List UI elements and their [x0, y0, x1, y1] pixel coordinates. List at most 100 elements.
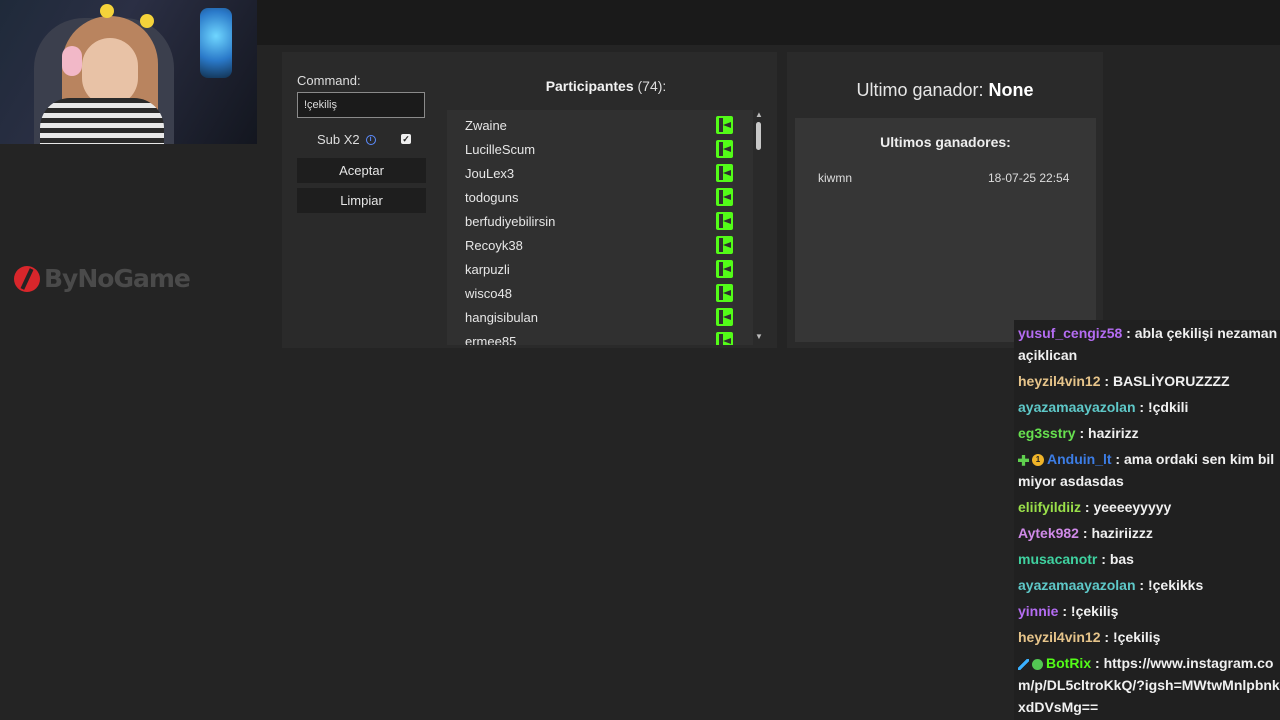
- winners-history-title: Ultimos ganadores:: [880, 134, 1011, 150]
- brand-logo-icon: [14, 265, 40, 292]
- participant-row: LucilleScum: [447, 136, 753, 160]
- sub-x2-row: Sub X2 i: [317, 132, 376, 147]
- participant-name: hangisibulan: [465, 310, 539, 325]
- chat-message: heyzil4vin12 : BASLİYORUZZZZ: [1018, 370, 1280, 392]
- chat-text: yeeeeyyyyy: [1093, 499, 1172, 515]
- participant-row: hangisibulan: [447, 304, 753, 328]
- chat-separator: :: [1111, 451, 1124, 467]
- chat-username: musacanotr: [1018, 551, 1098, 567]
- last-winner-heading: Ultimo ganador: None: [787, 80, 1103, 101]
- kick-platform-icon: [716, 308, 733, 326]
- participant-name: ermee85: [465, 334, 517, 345]
- command-label: Command:: [297, 73, 361, 88]
- participants-scrollbar[interactable]: ▲ ▼: [754, 110, 764, 345]
- chat-message: yusuf_cengiz58 : abla çekilişi nezaman a…: [1018, 322, 1280, 366]
- chat-separator: :: [1081, 499, 1094, 515]
- chat-message: heyzil4vin12 : !çekiliş: [1018, 626, 1280, 648]
- green-plus-badge-icon: [1018, 454, 1029, 466]
- winners-history-box: [795, 118, 1096, 342]
- kick-platform-icon: [716, 188, 733, 206]
- chat-text: !çekikks: [1147, 577, 1204, 593]
- participants-count: (74):: [637, 78, 667, 94]
- chat-message: ayazamaayazolan : !çdkili: [1018, 396, 1280, 418]
- kick-platform-icon: [716, 212, 733, 230]
- participant-name: berfudiyebilirsin: [465, 214, 556, 229]
- chat-separator: :: [1058, 603, 1071, 619]
- chat-username: ayazamaayazolan: [1018, 577, 1136, 593]
- participant-row: Recoyk38: [447, 232, 753, 256]
- chat-separator: :: [1075, 425, 1089, 441]
- webcam-overlay: [0, 0, 257, 144]
- participant-name: karpuzli: [465, 262, 510, 277]
- brand-logo-text: ByNoGame: [44, 264, 191, 293]
- webcam-lamp: [200, 8, 232, 78]
- participant-name: Recoyk38: [465, 238, 523, 253]
- participants-list[interactable]: Zwaine LucilleScum JouLex3 todoguns berfudiy…: [447, 110, 753, 345]
- last-winner-label: Ultimo ganador:: [856, 80, 984, 100]
- chat-text: bas: [1109, 551, 1134, 567]
- chat-message: eliifyildiiz : yeeeeyyyyy: [1018, 496, 1280, 518]
- chat-username: heyzil4vin12: [1018, 629, 1101, 645]
- scroll-down-arrow-icon[interactable]: ▼: [755, 332, 763, 341]
- kick-platform-icon: [716, 116, 733, 134]
- chat-username: eg3sstry: [1018, 425, 1076, 441]
- info-icon[interactable]: i: [365, 134, 376, 145]
- scroll-up-arrow-icon[interactable]: ▲: [755, 110, 763, 119]
- chat-text: haziriizzz: [1091, 525, 1153, 541]
- chat-separator: :: [1091, 655, 1104, 671]
- chat-text: !çekiliş: [1070, 603, 1119, 619]
- chat-message: ayazamaayazolan : !çekikks: [1018, 574, 1280, 596]
- last-winner-value: None: [988, 80, 1034, 100]
- kick-platform-icon: [716, 284, 733, 302]
- chat-text: BASLİYORUZZZZ: [1112, 373, 1230, 389]
- chat-separator: :: [1135, 399, 1148, 415]
- scroll-thumb[interactable]: [756, 122, 761, 150]
- accept-button[interactable]: Aceptar: [297, 158, 426, 183]
- chat-text: !çdkili: [1147, 399, 1189, 415]
- participant-row: ermee85: [447, 328, 753, 345]
- chat-username: yusuf_cengiz58: [1018, 325, 1123, 341]
- chat-message: eg3sstry : hazirizz: [1018, 422, 1280, 444]
- command-input[interactable]: [297, 92, 425, 118]
- sub-x2-checkbox[interactable]: ✓: [401, 134, 411, 144]
- gold-sub-badge-icon: 1: [1032, 454, 1044, 467]
- chat-text: hazirizz: [1088, 425, 1139, 441]
- participant-name: wisco48: [465, 286, 512, 301]
- chat-message: yinnie : !çekiliş: [1018, 600, 1280, 622]
- chat-username: ayazamaayazolan: [1018, 399, 1136, 415]
- participant-row: todoguns: [447, 184, 753, 208]
- chat-username: heyzil4vin12: [1018, 373, 1101, 389]
- webcam-headphone-ear: [140, 14, 154, 28]
- webcam-headphone: [62, 46, 82, 76]
- chat-message: 1 Anduin_lt : ama ordaki sen kim bilmiyor…: [1018, 448, 1280, 492]
- chat-username: Anduin_lt: [1047, 451, 1112, 467]
- webcam-headphone-ear: [100, 4, 114, 18]
- winner-history-name: kiwmn: [818, 171, 853, 185]
- kick-platform-icon: [716, 140, 733, 158]
- chat-separator: :: [1097, 551, 1110, 567]
- chat-text: !çekiliş: [1112, 629, 1161, 645]
- participant-name: LucilleScum: [465, 142, 536, 157]
- chat-username: eliifyildiiz: [1018, 499, 1082, 515]
- kick-platform-icon: [716, 260, 733, 278]
- participants-title-label: Participantes: [545, 78, 634, 94]
- sword-badge-icon: [1018, 658, 1029, 670]
- clear-button[interactable]: Limpiar: [297, 188, 426, 213]
- participants-title: Participantes (74):: [447, 78, 765, 94]
- participant-row: wisco48: [447, 280, 753, 304]
- participant-row: JouLex3: [447, 160, 753, 184]
- chat-username: BotRix: [1046, 655, 1092, 671]
- kick-platform-icon: [716, 164, 733, 182]
- chat-message: Aytek982 : haziriizzz: [1018, 522, 1280, 544]
- verified-badge-icon: [1032, 658, 1043, 670]
- kick-platform-icon: [716, 332, 733, 345]
- brand-logo: ByNoGame: [14, 264, 191, 293]
- webcam-streamer-shirt: [40, 98, 164, 144]
- chat-overlay: yusuf_cengiz58 : abla çekilişi nezaman a…: [1014, 320, 1280, 720]
- chat-separator: :: [1078, 525, 1092, 541]
- chat-message: musacanotr : bas: [1018, 548, 1280, 570]
- chat-separator: :: [1100, 373, 1113, 389]
- participant-name: JouLex3: [465, 166, 515, 181]
- winner-history-date: 18-07-25 22:54: [988, 171, 1070, 185]
- participant-row: Zwaine: [447, 112, 753, 136]
